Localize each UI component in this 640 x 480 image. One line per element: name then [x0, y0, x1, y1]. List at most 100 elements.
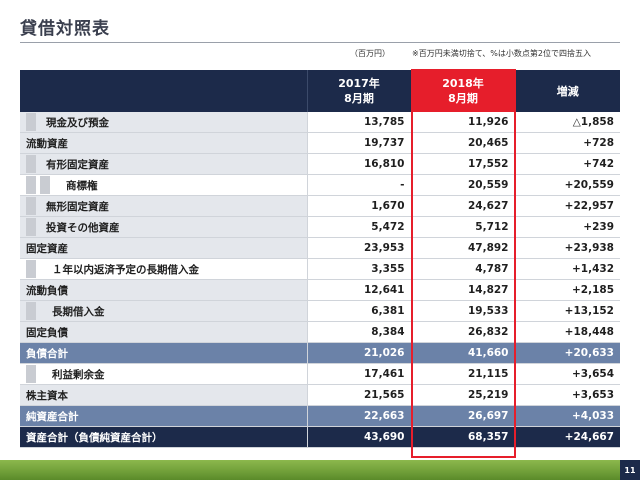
cell-fy2018: 19,533 [411, 300, 516, 322]
indent-bar [26, 260, 36, 278]
indent-bar [40, 176, 50, 194]
cell-fy2017: 23,953 [307, 237, 412, 259]
unit-note: （百万円） [350, 49, 390, 58]
header-label-cell [20, 70, 308, 112]
cell-fy2017: 22,663 [307, 405, 412, 427]
table-row: 固定負債 8,384 26,832 +18,448 [20, 321, 620, 343]
cell-fy2018: 26,832 [411, 321, 516, 343]
cell-change: +20,559 [515, 174, 620, 196]
cell-change: +742 [515, 153, 620, 175]
cell-fy2017: 21,026 [307, 342, 412, 364]
row-label: 流動負債 [26, 284, 68, 297]
page-number: 11 [620, 460, 640, 480]
cell-fy2018: 21,115 [411, 363, 516, 385]
row-label: １年以内返済予定の長期借入金 [52, 263, 199, 276]
cell-fy2018: 47,892 [411, 237, 516, 259]
cell-fy2018: 25,219 [411, 384, 516, 406]
cell-change: +4,033 [515, 405, 620, 427]
table-row: 流動資産 19,737 20,465 +728 [20, 132, 620, 154]
cell-fy2018: 20,465 [411, 132, 516, 154]
cell-fy2018: 11,926 [411, 112, 516, 133]
cell-fy2018: 41,660 [411, 342, 516, 364]
cell-fy2017: 5,472 [307, 216, 412, 238]
table-row: 固定資産 23,953 47,892 +23,938 [20, 237, 620, 259]
cell-fy2018: 24,627 [411, 195, 516, 217]
cell-fy2017: 3,355 [307, 258, 412, 280]
table-row: 現金及び預金 13,785 11,926 △1,858 [20, 112, 620, 133]
cell-change: +22,957 [515, 195, 620, 217]
indent-bar [26, 197, 36, 215]
rounding-note: ※百万円未満切捨て、%は小数点第2位で四捨五入 [412, 49, 591, 58]
cell-fy2017: 13,785 [307, 112, 412, 133]
header-fy2018: 2018年 8月期 [411, 70, 516, 112]
indent-bar [26, 113, 36, 131]
cell-change: +18,448 [515, 321, 620, 343]
cell-fy2017: 8,384 [307, 321, 412, 343]
cell-change: +13,152 [515, 300, 620, 322]
grass-footer [0, 460, 640, 480]
cell-fy2017: 1,670 [307, 195, 412, 217]
cell-fy2018: 5,712 [411, 216, 516, 238]
indent-bar [26, 218, 36, 236]
title-divider [20, 42, 620, 43]
row-label: 商標権 [66, 179, 98, 192]
row-label: 資産合計（負債純資産合計） [26, 431, 163, 444]
row-label: 純資産合計 [26, 410, 79, 423]
row-label: 流動資産 [26, 137, 68, 150]
cell-fy2017: 19,737 [307, 132, 412, 154]
cell-change: +23,938 [515, 237, 620, 259]
cell-change: +20,633 [515, 342, 620, 364]
cell-fy2018: 68,357 [411, 426, 516, 448]
balance-sheet-table: 2017年 8月期 2018年 8月期 増減 現金及び預金 13,785 11,92… [20, 70, 620, 448]
cell-fy2017: 21,565 [307, 384, 412, 406]
table-row: 投資その他資産 5,472 5,712 +239 [20, 216, 620, 238]
table-row: 有形固定資産 16,810 17,552 +742 [20, 153, 620, 175]
row-label: 現金及び預金 [46, 116, 109, 129]
table-header-row: 2017年 8月期 2018年 8月期 増減 [20, 70, 620, 112]
cell-fy2017: 6,381 [307, 300, 412, 322]
row-label: 投資その他資産 [46, 221, 120, 234]
table-row: 無形固定資産 1,670 24,627 +22,957 [20, 195, 620, 217]
row-label: 利益剰余金 [52, 368, 105, 381]
cell-change: △1,858 [515, 112, 620, 133]
row-label: 無形固定資産 [46, 200, 109, 213]
cell-fy2018: 26,697 [411, 405, 516, 427]
row-label: 固定負債 [26, 326, 68, 339]
cell-fy2018: 14,827 [411, 279, 516, 301]
table-row: 株主資本 21,565 25,219 +3,653 [20, 384, 620, 406]
cell-fy2017: 17,461 [307, 363, 412, 385]
cell-fy2018: 20,559 [411, 174, 516, 196]
indent-bar [26, 302, 36, 320]
indent-bar [26, 155, 36, 173]
header-fy2017: 2017年 8月期 [307, 70, 412, 112]
table-row: １年以内返済予定の長期借入金 3,355 4,787 +1,432 [20, 258, 620, 280]
cell-change: +1,432 [515, 258, 620, 280]
indent-bar [26, 176, 36, 194]
page-title: 貸借対照表 [20, 19, 110, 39]
table-row: 商標権 - 20,559 +20,559 [20, 174, 620, 196]
cell-change: +2,185 [515, 279, 620, 301]
header-change: 増減 [515, 70, 620, 112]
row-label: 固定資産 [26, 242, 68, 255]
cell-fy2017: - [307, 174, 412, 196]
cell-fy2018: 17,552 [411, 153, 516, 175]
row-label: 長期借入金 [52, 305, 105, 318]
table-row: 長期借入金 6,381 19,533 +13,152 [20, 300, 620, 322]
cell-fy2017: 12,641 [307, 279, 412, 301]
cell-change: +239 [515, 216, 620, 238]
row-label: 有形固定資産 [46, 158, 109, 171]
cell-fy2017: 16,810 [307, 153, 412, 175]
row-label: 負債合計 [26, 347, 68, 360]
table-row: 利益剰余金 17,461 21,115 +3,654 [20, 363, 620, 385]
cell-change: +24,667 [515, 426, 620, 448]
indent-bar [26, 365, 36, 383]
table-row-total: 負債合計 21,026 41,660 +20,633 [20, 342, 620, 364]
table-row: 流動負債 12,641 14,827 +2,185 [20, 279, 620, 301]
cell-fy2018: 4,787 [411, 258, 516, 280]
row-label: 株主資本 [26, 389, 68, 402]
cell-change: +3,654 [515, 363, 620, 385]
table-row-grand-total: 資産合計（負債純資産合計） 43,690 68,357 +24,667 [20, 426, 620, 448]
table-row-total: 純資産合計 22,663 26,697 +4,033 [20, 405, 620, 427]
cell-fy2017: 43,690 [307, 426, 412, 448]
cell-change: +3,653 [515, 384, 620, 406]
